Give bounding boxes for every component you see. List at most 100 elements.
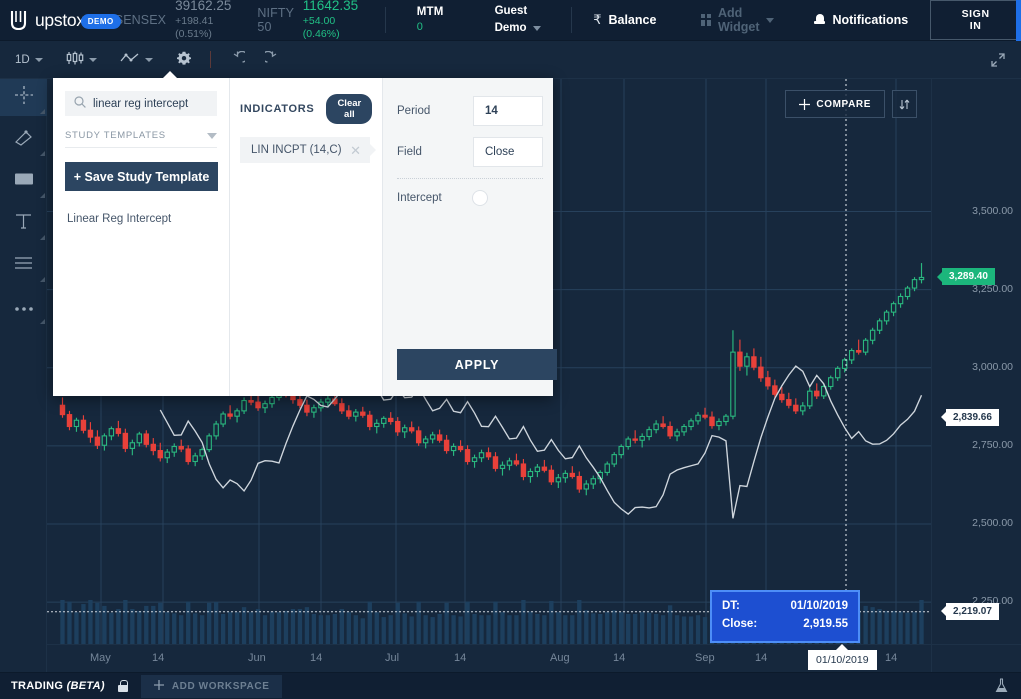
- sidebar-item-text[interactable]: [0, 205, 47, 242]
- trading-label: TRADING (BETA): [11, 680, 105, 692]
- add-widget-label: Add Widget: [718, 6, 760, 34]
- time-axis[interactable]: May14Jun14Jul14Aug14Sep141401/10/2019: [47, 644, 1021, 672]
- apply-button[interactable]: APPLY: [397, 349, 557, 380]
- brand-logo[interactable]: upstox DEMO: [0, 10, 121, 31]
- save-study-template-button[interactable]: + Save Study Template: [65, 162, 218, 191]
- indicator-chip[interactable]: LIN INCPT (14,C) ✕: [240, 137, 370, 163]
- search-result-item[interactable]: Linear Reg Intercept: [53, 208, 229, 230]
- field-input[interactable]: Close: [473, 137, 543, 167]
- interval-selector[interactable]: 1D: [0, 41, 53, 79]
- lock-icon[interactable]: [118, 680, 128, 692]
- price-badge: 2,219.07: [946, 603, 999, 620]
- sign-in-button[interactable]: SIGN IN: [930, 0, 1021, 40]
- intercept-label: Intercept: [397, 192, 473, 204]
- indicator-search-pane: STUDY TEMPLATES + Save Study Template Li…: [53, 78, 230, 396]
- search-box[interactable]: [65, 91, 217, 116]
- search-input[interactable]: [93, 98, 213, 110]
- notifications-button[interactable]: Notifications: [814, 13, 908, 27]
- price-badge: 2,839.66: [946, 409, 999, 426]
- header-divider: [385, 7, 386, 33]
- header-accent-bar: [1016, 0, 1021, 41]
- account-menu[interactable]: Guest Demo: [495, 3, 541, 36]
- search-icon: [74, 95, 86, 113]
- status-bar: TRADING (BETA) ADD WORKSPACE: [0, 672, 1021, 699]
- price-tick-label: 3,000.00: [972, 361, 1013, 373]
- add-widget-button[interactable]: Add Widget: [701, 6, 774, 34]
- compare-button[interactable]: COMPARE: [785, 90, 885, 118]
- undo-button[interactable]: [220, 41, 255, 79]
- interval-label: 1D: [15, 54, 30, 66]
- header-divider: [571, 7, 572, 33]
- expand-icon[interactable]: [991, 53, 1005, 67]
- tooltip-dt-key: DT:: [722, 598, 774, 616]
- badge-pointer: [937, 272, 942, 282]
- rectangle-icon: [14, 172, 34, 191]
- balance-button[interactable]: ₹ Balance: [593, 12, 656, 28]
- chart-type-selector[interactable]: [53, 41, 107, 79]
- study-templates-dropdown[interactable]: STUDY TEMPLATES: [65, 130, 217, 148]
- plus-icon: [799, 99, 810, 110]
- sidebar-item-crosshair[interactable]: [0, 79, 47, 116]
- beta-text: (BETA): [67, 680, 105, 692]
- tooltip-close-value: 2,919.55: [774, 616, 848, 634]
- indicators-label: INDICATORS: [240, 103, 314, 115]
- sidebar-expand-corner[interactable]: [40, 193, 45, 198]
- badge-pointer: [941, 606, 946, 616]
- intercept-toggle[interactable]: [473, 191, 487, 205]
- trading-text: TRADING: [11, 680, 63, 692]
- add-workspace-label: ADD WORKSPACE: [172, 681, 270, 692]
- rupee-icon: ₹: [593, 12, 601, 28]
- index-sensex[interactable]: SENSEX 39162.25 +198.41 (0.51%): [115, 0, 232, 42]
- account-type: Demo: [495, 20, 527, 37]
- study-templates-label: STUDY TEMPLATES: [65, 130, 166, 141]
- sidebar-expand-corner[interactable]: [40, 235, 45, 240]
- index-nifty50[interactable]: NIFTY 50 11642.35 +54.00 (0.46%): [257, 0, 358, 42]
- sort-button[interactable]: [892, 90, 917, 118]
- clear-all-button[interactable]: Clear all: [326, 94, 372, 124]
- sidebar-item-trendline[interactable]: [0, 121, 47, 158]
- sidebar-item-lines[interactable]: [0, 247, 47, 284]
- tooltip-close-key: Close:: [722, 616, 774, 634]
- sidebar-expand-corner[interactable]: [40, 319, 45, 324]
- mtm-value: 0: [417, 20, 444, 36]
- notifications-label: Notifications: [832, 13, 908, 27]
- sidebar-expand-corner[interactable]: [40, 151, 45, 156]
- time-tick-label: 14: [454, 652, 466, 664]
- time-tick-label: Jul: [385, 652, 399, 664]
- sidebar-expand-corner[interactable]: [40, 277, 45, 282]
- index-name: SENSEX: [115, 13, 166, 27]
- add-workspace-button[interactable]: ADD WORKSPACE: [141, 675, 283, 698]
- sidebar-item-rectangle[interactable]: [0, 163, 47, 200]
- chevron-down-icon: [145, 58, 153, 62]
- drawing-tools-sidebar: [0, 79, 47, 672]
- indicators-button[interactable]: [107, 41, 163, 79]
- crosshair-icon: [15, 86, 33, 109]
- text-icon: [15, 213, 32, 235]
- redo-button[interactable]: [255, 41, 290, 79]
- upstox-logo-icon: [9, 10, 28, 31]
- price-badge: 3,289.40: [942, 268, 995, 285]
- close-icon[interactable]: ✕: [350, 144, 361, 157]
- indicator-chip-label: LIN INCPT (14,C): [251, 144, 342, 156]
- mtm-label: MTM: [417, 4, 444, 21]
- active-indicators-pane: INDICATORS Clear all LIN INCPT (14,C) ✕: [230, 78, 383, 396]
- sidebar-item-more[interactable]: [0, 289, 47, 326]
- horizontal-lines-icon: [14, 256, 33, 276]
- sidebar-expand-corner[interactable]: [40, 109, 45, 114]
- index-change: +198.41 (0.51%): [175, 15, 231, 41]
- period-label: Period: [397, 96, 473, 117]
- top-header: upstox DEMO SENSEX 39162.25 +198.41 (0.5…: [0, 0, 1021, 41]
- mtm-block: MTM 0: [417, 4, 444, 37]
- period-input[interactable]: 14: [473, 96, 543, 126]
- candlestick-icon: [66, 51, 84, 68]
- price-axis[interactable]: 3,500.003,250.003,000.002,750.002,500.00…: [931, 79, 1021, 672]
- time-tick-label: Aug: [550, 652, 570, 664]
- brand-name: upstox: [35, 10, 85, 31]
- ohlc-tooltip: DT: 01/10/2019 Close: 2,919.55: [710, 590, 860, 643]
- plus-icon: [154, 680, 164, 693]
- chevron-down-icon: [35, 58, 43, 62]
- indicator-settings-pane: Period 14 Field Close Intercept APPLY: [383, 78, 553, 396]
- flask-icon[interactable]: [995, 678, 1008, 693]
- price-tick-label: 3,500.00: [972, 205, 1013, 217]
- badge-pointer: [836, 644, 848, 650]
